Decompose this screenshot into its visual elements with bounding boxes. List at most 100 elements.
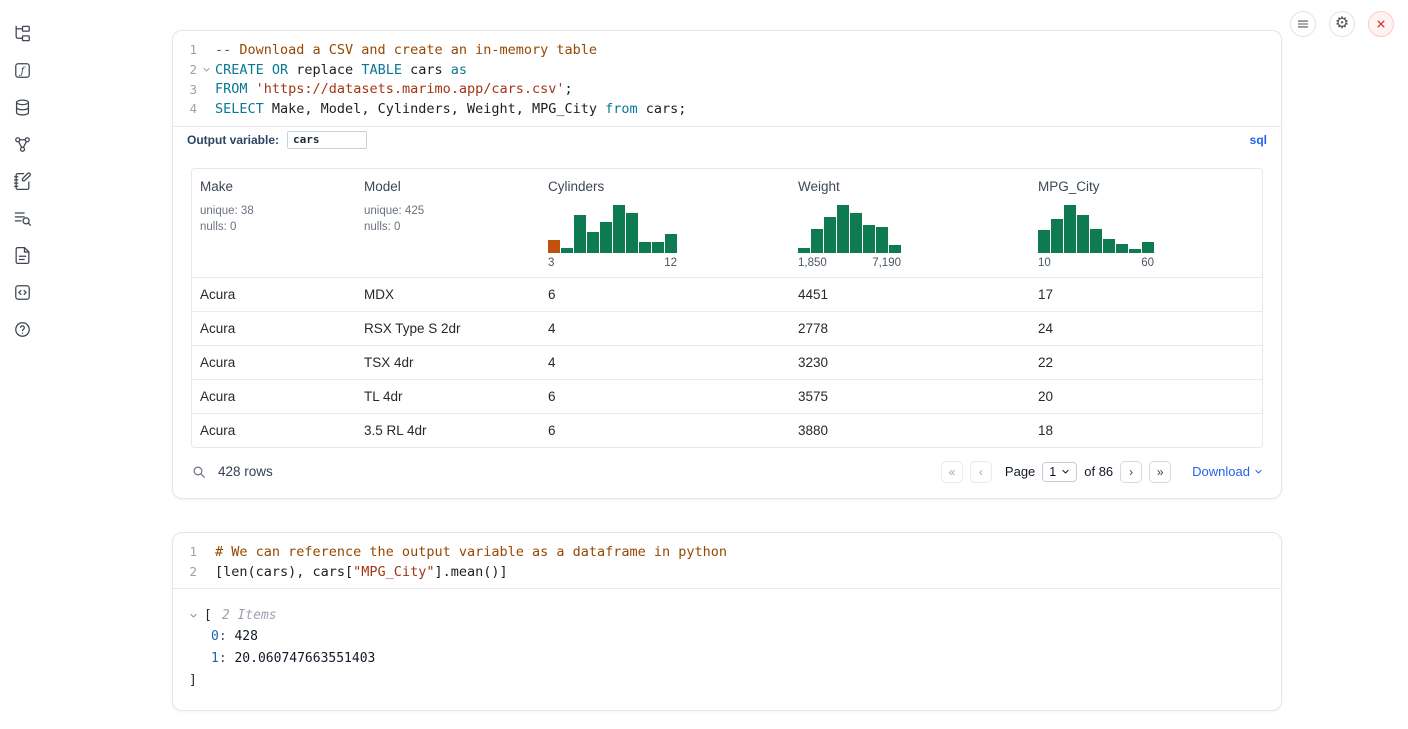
column-header-mpg_city[interactable]: MPG_City 1060 [1030,169,1262,277]
histogram-bar[interactable] [600,222,612,253]
histogram-bar[interactable] [837,205,849,253]
table-row[interactable]: AcuraRSX Type S 2dr4277824 [192,311,1262,345]
svg-text:ƒ: ƒ [18,65,26,76]
close-icon [1374,17,1388,31]
data-sources-icon[interactable] [11,96,33,118]
code-text: CREATE OR replace TABLE cars as [215,62,467,78]
column-label: Model [364,179,532,194]
documentation-icon[interactable] [11,244,33,266]
code-line[interactable]: 3FROM 'https://datasets.marimo.app/cars.… [173,79,1269,99]
tree-root[interactable]: [ 2 Items [189,604,1265,626]
page-select[interactable]: 1 [1042,462,1077,482]
column-header-model[interactable]: Modelunique: 425nulls: 0 [356,169,540,277]
table-cell: 22 [1030,346,1262,379]
code-line[interactable]: 2 CREATE OR replace TABLE cars as [173,60,1269,80]
download-button[interactable]: Download [1192,464,1263,479]
hamburger-icon [1296,17,1310,31]
line-number: 2 [173,62,197,77]
file-explorer-icon[interactable] [11,22,33,44]
settings-button[interactable]: ⚙ [1329,11,1355,37]
sidebar-panel-icons: ƒ [0,0,44,340]
table-header: Makeunique: 38nulls: 0Modelunique: 425nu… [192,169,1262,277]
scratchpad-icon[interactable] [11,170,33,192]
table-cell: 3.5 RL 4dr [356,414,540,447]
menu-button[interactable] [1290,11,1316,37]
stat-line: unique: 38 [200,203,348,220]
histogram-bar[interactable] [1103,239,1115,253]
chevron-down-icon[interactable] [189,611,198,620]
cell-output: [ 2 Items 0: 4281: 20.060747663551403 ] [173,588,1281,710]
sql-code-editor[interactable]: 1-- Download a CSV and create an in-memo… [173,31,1281,126]
tree-entry-colon: : [219,651,235,666]
histogram-bar[interactable] [850,213,862,253]
language-badge: sql [1250,133,1267,147]
table-row[interactable]: AcuraTL 4dr6357520 [192,379,1262,413]
code-token: -- Download a CSV and create an in-memor… [215,42,597,58]
next-page-button[interactable]: › [1120,461,1142,483]
histogram-bar[interactable] [1051,219,1063,253]
histogram-bar[interactable] [1077,215,1089,253]
line-number: 2 [173,564,197,579]
column-histogram: 1060 [1038,203,1154,269]
functions-icon[interactable]: ƒ [11,59,33,81]
code-line[interactable]: 2[len(cars), cars["MPG_City"].mean()] [173,562,1269,582]
histogram-bar[interactable] [863,225,875,253]
snippets-icon[interactable] [11,281,33,303]
histogram-bar[interactable] [1129,249,1141,253]
column-header-cylinders[interactable]: Cylinders312 [540,169,790,277]
code-line[interactable]: 1-- Download a CSV and create an in-memo… [173,40,1269,60]
chevron-down-icon [1061,467,1070,476]
line-number: 1 [173,544,197,559]
histogram-bar[interactable] [1038,230,1050,253]
help-icon[interactable] [11,318,33,340]
table-cell: 4 [540,346,790,379]
histogram-bar[interactable] [1142,242,1154,253]
code-token: # We can reference the output variable a… [215,544,727,560]
previous-page-button[interactable]: ‹ [970,461,992,483]
histogram-bar[interactable] [1064,205,1076,253]
table-row[interactable]: Acura3.5 RL 4dr6388018 [192,413,1262,447]
column-header-weight[interactable]: Weight1,8507,190 [790,169,1030,277]
histogram-bar[interactable] [889,245,901,253]
histogram-bar[interactable] [1090,229,1102,253]
histogram-max-label: 12 [664,257,677,269]
histogram-bar[interactable] [798,248,810,253]
column-label: MPG_City [1038,179,1254,194]
table-cell: Acura [192,414,356,447]
histogram-bar[interactable] [626,213,638,253]
table-row[interactable]: AcuraTSX 4dr4323022 [192,345,1262,379]
dependency-graph-icon[interactable] [11,133,33,155]
code-text: # We can reference the output variable a… [215,544,727,560]
fold-chevron-icon[interactable] [197,65,215,74]
histogram-bar[interactable] [665,234,677,253]
code-line[interactable]: 1 # We can reference the output variable … [173,542,1269,562]
histogram-bar[interactable] [811,229,823,253]
column-header-make[interactable]: Makeunique: 38nulls: 0 [192,169,356,277]
histogram-bar[interactable] [587,232,599,253]
histogram-bar[interactable] [1116,244,1128,253]
histogram-bars[interactable] [798,203,901,253]
code-text: SELECT Make, Model, Cylinders, Weight, M… [215,101,686,117]
histogram-bars[interactable] [1038,203,1154,253]
histogram-bars[interactable] [548,203,677,253]
last-page-button[interactable]: » [1149,461,1171,483]
histogram-bar[interactable] [639,242,651,253]
column-histogram: 312 [548,203,677,269]
histogram-bar[interactable] [574,215,586,253]
histogram-bar[interactable] [548,240,560,253]
table-row[interactable]: AcuraMDX6445117 [192,277,1262,311]
python-code-editor[interactable]: 1 # We can reference the output variable … [173,533,1281,588]
histogram-bar[interactable] [876,227,888,253]
search-icon[interactable] [191,464,207,480]
histogram-bar[interactable] [652,242,664,253]
download-label: Download [1192,464,1250,479]
histogram-bar[interactable] [561,248,573,253]
logs-icon[interactable] [11,207,33,229]
first-page-button[interactable]: « [941,461,963,483]
output-variable-input[interactable] [287,131,367,149]
close-button[interactable] [1368,11,1394,37]
code-line[interactable]: 4SELECT Make, Model, Cylinders, Weight, … [173,99,1269,119]
output-variable-bar: Output variable: sql [173,126,1281,153]
histogram-bar[interactable] [824,217,836,253]
histogram-bar[interactable] [613,205,625,253]
